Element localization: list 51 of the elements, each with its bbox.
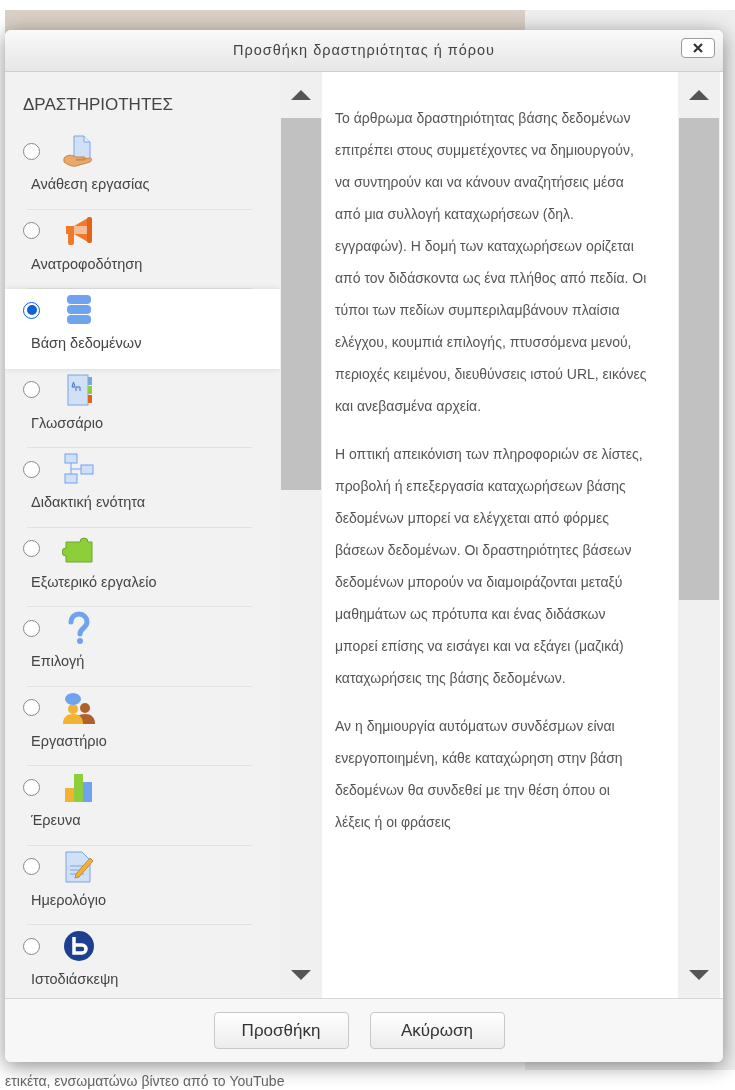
close-icon [693, 43, 703, 53]
background-text: ετικέτα, ενσωματώνω βίντεο από το YouTube [5, 1072, 285, 1090]
description-paragraph: Η οπτική απεικόνιση των πληροφοριών σε λίστες, προβολή ή επεξεργασία καταχωρήσεων βάσης δεδομένων μπορεί να ελέγχεται από φόρμες βάσεων δεδομένων. Οι δραστηριότητες βάσεων δεδομένων μπορούν να διαμοιράζονται μεταξύ μαθημάτων ως πρότυπα και ένας διδάσκων μπορεί επίσης να εισάγει και να εξάγει (μαζικά) καταχωρήσεις της βάσης δεδομένων. [335, 445, 644, 688]
radio-button[interactable] [23, 619, 40, 637]
radio-button[interactable] [23, 699, 40, 716]
scroll-up-icon[interactable] [291, 90, 311, 100]
activity-label: Ιστοδιάσκεψη [30, 970, 120, 989]
document-pencil-icon [62, 849, 96, 884]
activity-option[interactable]: Ανάθεση εργασίας [5, 130, 280, 210]
activity-label: Εξωτερικό εργαλείο [30, 572, 158, 592]
activity-label: Ανάθεση εργασίας [30, 175, 151, 194]
activity-label: Ημερολόγιο [30, 890, 107, 910]
dialog-button[interactable]: Ακύρωση [369, 1012, 505, 1049]
radio-button[interactable] [23, 540, 40, 557]
letter-b-circle-icon [62, 929, 96, 963]
radio-button[interactable] [23, 778, 40, 796]
section-heading: ΔΡΑΣΤΗΡΙΟΤΗΤΕΣ [22, 94, 175, 116]
activity-option[interactable]: Επιλογή [5, 607, 280, 687]
activity-option[interactable]: Εργαστήριο [5, 686, 280, 766]
scrollbar-thumb[interactable] [679, 118, 719, 600]
description-paragraph: Αν η δημιουργία αυτόματων συνδέσμων είναι ενεργοποιημένη, κάθε καταχώρηση στην βάση δεδομένων θα συνδεθεί με την θέση όπου οι λέξεις ή οι φράσεις [335, 717, 624, 832]
activity-option[interactable]: Ημερολόγιο [5, 845, 280, 925]
radio-button[interactable] [23, 937, 40, 955]
activity-label: Ανατροφοδότηση [30, 254, 144, 274]
flowchart-icon [62, 452, 96, 486]
dialog-button[interactable]: Προσθήκη [213, 1012, 349, 1049]
description-paragraph: Το άρθρωμα δραστηριότητας βάσης δεδομένων επιτρέπει στους συμμετέχοντες να δημιουργούν, να συντηρούν και να κάνουν αναζητήσεις μέσα από μια συλλογή καταχωρήσεων (δηλ. εγγραφών). Η δομή των καταχωρήσεων ορίζεται από τον διδάσκοντα ως ένα πλήθος από πεδία. Οι τύποι των πεδίων συμπεριλαμβάνουν πλαίσια ελέγχου, κουμπιά επιλογής, πτυσσόμενα μενού, περιοχές κειμένου, διευθύνσεις ιστού URL, εικόνες και ανεβασμένα αρχεία. [335, 109, 648, 416]
activity-option[interactable]: Εξωτερικό εργαλείο [5, 527, 280, 607]
activity-label: Επιλογή [30, 652, 86, 671]
people-speech-icon [62, 690, 96, 725]
activity-option[interactable]: Γλωσσάριο [5, 368, 280, 448]
radio-button[interactable] [23, 142, 40, 160]
radio-button[interactable] [23, 460, 40, 478]
activity-label: Έρευνα [30, 811, 82, 830]
radio-button[interactable] [23, 858, 40, 875]
radio-button[interactable] [23, 381, 40, 398]
dialog-title: Προσθήκη δραστηριότητας ή πόρου [232, 40, 496, 60]
scroll-up-icon[interactable] [689, 90, 709, 100]
activity-label: Εργαστήριο [30, 731, 108, 751]
activity-option[interactable]: Έρευνα [5, 766, 280, 846]
scroll-down-icon[interactable] [689, 970, 709, 980]
radio-button[interactable] [23, 301, 40, 319]
activity-label: Διδακτική ενότητα [30, 493, 147, 512]
activity-option[interactable]: Βάση δεδομένων [5, 289, 280, 369]
close-button[interactable] [681, 38, 715, 58]
activity-label: Βάση δεδομένων [30, 334, 143, 353]
activity-label: Γλωσσάριο [30, 413, 105, 433]
radio-button[interactable] [23, 222, 40, 239]
scrollbar-thumb[interactable] [281, 118, 321, 490]
scroll-down-icon[interactable] [291, 970, 311, 980]
activity-option[interactable]: Διδακτική ενότητα [5, 448, 280, 528]
